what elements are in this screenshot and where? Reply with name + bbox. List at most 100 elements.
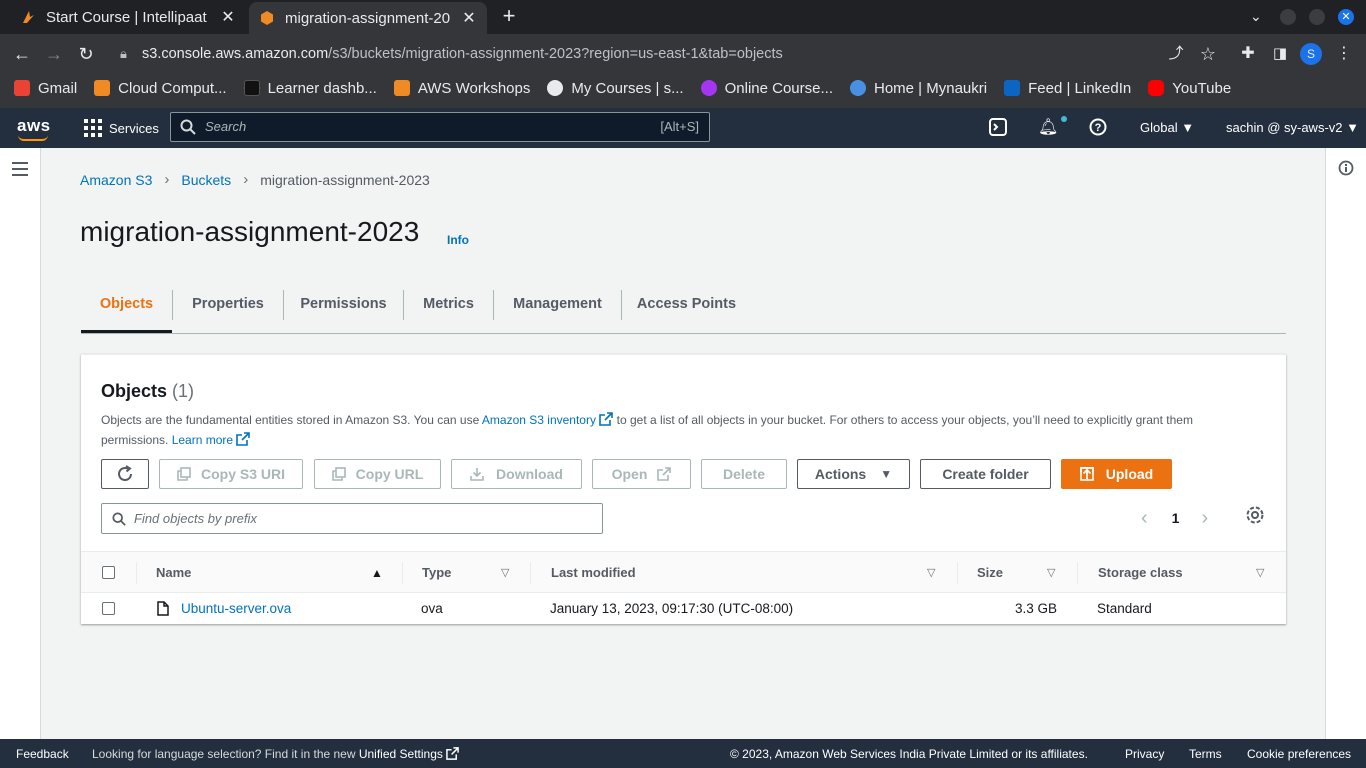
svg-text:?: ? bbox=[1095, 122, 1102, 134]
tab-properties[interactable]: Properties bbox=[173, 284, 283, 333]
create-folder-button[interactable]: Create folder bbox=[920, 459, 1051, 489]
bookmark-gmail[interactable]: Gmail bbox=[14, 80, 77, 97]
lock-icon[interactable]: 🔒︎ bbox=[120, 38, 127, 70]
bookmark-online-courses[interactable]: Online Course... bbox=[700, 80, 833, 97]
notification-dot bbox=[1061, 116, 1067, 122]
close-window-button[interactable]: ✕ bbox=[1338, 9, 1354, 25]
bookmark-learner-dashboard[interactable]: Learner dashb... bbox=[243, 80, 377, 97]
share-icon[interactable]: ⤴ bbox=[1164, 42, 1188, 66]
tab-management[interactable]: Management bbox=[494, 284, 621, 333]
chevron-right-icon[interactable]: › bbox=[1201, 507, 1208, 530]
breadcrumb: Amazon S3 › Buckets › migration-assignme… bbox=[80, 171, 430, 188]
maximize-button[interactable] bbox=[1309, 9, 1325, 25]
bookmark-youtube[interactable]: YouTube bbox=[1148, 80, 1231, 97]
objects-panel: Objects (1) Objects are the fundamental … bbox=[81, 354, 1286, 624]
browser-tab-s3[interactable]: migration-assignment-20 ✕ bbox=[249, 2, 487, 34]
bookmark-mynaukri[interactable]: Home | Mynaukri bbox=[850, 80, 987, 97]
select-all-checkbox[interactable] bbox=[102, 566, 115, 579]
column-last-modified[interactable]: Last modified bbox=[551, 552, 636, 594]
column-type[interactable]: Type bbox=[422, 552, 451, 594]
column-storage-class[interactable]: Storage class bbox=[1098, 552, 1183, 594]
close-tab-icon[interactable]: ✕ bbox=[461, 8, 477, 28]
sort-ascending-icon[interactable]: ▲ bbox=[371, 552, 383, 594]
breadcrumb-amazon-s3[interactable]: Amazon S3 bbox=[80, 172, 152, 188]
bookmark-my-courses[interactable]: My Courses | s... bbox=[547, 80, 684, 97]
sort-icon[interactable]: ▽ bbox=[1256, 552, 1264, 594]
breadcrumb-buckets[interactable]: Buckets bbox=[181, 172, 231, 188]
column-size[interactable]: Size bbox=[977, 552, 1003, 594]
privacy-link[interactable]: Privacy bbox=[1125, 747, 1164, 761]
download-button[interactable]: Download bbox=[451, 459, 582, 489]
aws-smile-icon bbox=[18, 135, 48, 141]
tab-search-chevron-icon[interactable]: ⌄ bbox=[1250, 8, 1262, 25]
bookmarks-bar: Gmail Cloud Comput... Learner dashb... A… bbox=[0, 74, 1366, 169]
notifications-bell-icon[interactable]: 🔔︎ bbox=[1038, 118, 1058, 138]
close-tab-icon[interactable]: ✕ bbox=[220, 7, 236, 27]
find-objects-input[interactable]: Find objects by prefix bbox=[101, 503, 603, 534]
info-circle-icon[interactable] bbox=[1338, 160, 1354, 176]
url-path: /s3/buckets/migration-assignment-2023?re… bbox=[328, 46, 783, 62]
aws-cube-icon bbox=[94, 80, 111, 96]
tab-objects[interactable]: Objects bbox=[81, 284, 172, 333]
aws-search-input[interactable]: Search [Alt+S] bbox=[170, 112, 710, 142]
forward-arrow-icon[interactable]: → bbox=[42, 42, 66, 66]
copy-url-button[interactable]: Copy URL bbox=[314, 459, 441, 489]
bookmark-linkedin[interactable]: Feed | LinkedIn bbox=[1004, 80, 1131, 97]
extensions-puzzle-icon[interactable]: ✚ bbox=[1236, 42, 1260, 66]
minimize-button[interactable] bbox=[1280, 9, 1296, 25]
chrome-menu-icon[interactable]: ⋮ bbox=[1332, 42, 1356, 66]
browser-tab-intellipaat[interactable]: Start Course | Intellipaat ✕ bbox=[0, 0, 246, 34]
column-divider bbox=[1077, 562, 1078, 584]
object-name-link[interactable]: Ubuntu-server.ova bbox=[181, 593, 291, 625]
hamburger-menu-icon[interactable] bbox=[12, 162, 28, 176]
copy-s3-uri-button[interactable]: Copy S3 URI bbox=[159, 459, 303, 489]
browser-toolbar: ← → ↻ 🔒︎ s3.console.aws.amazon.com/s3/bu… bbox=[0, 34, 1366, 74]
s3-inventory-link[interactable]: Amazon S3 inventory bbox=[482, 412, 614, 427]
account-menu[interactable]: sachin @ sy-aws-v2 ▼ bbox=[1226, 120, 1359, 135]
sort-icon[interactable]: ▽ bbox=[501, 552, 509, 594]
learn-more-link[interactable]: Learn more bbox=[172, 432, 251, 447]
caret-down-icon: ▼ bbox=[880, 467, 893, 481]
unified-settings-link[interactable]: Unified Settings bbox=[359, 747, 460, 761]
actions-dropdown[interactable]: Actions ▼ bbox=[797, 459, 910, 489]
chevron-left-icon[interactable]: ‹ bbox=[1141, 507, 1148, 530]
reload-icon[interactable]: ↻ bbox=[74, 42, 98, 66]
address-bar[interactable]: 🔒︎ s3.console.aws.amazon.com/s3/buckets/… bbox=[112, 38, 1212, 70]
upload-button[interactable]: Upload bbox=[1061, 459, 1172, 489]
back-arrow-icon[interactable]: ← bbox=[10, 42, 34, 66]
profile-avatar[interactable]: S bbox=[1300, 43, 1322, 65]
external-link-icon bbox=[236, 432, 251, 446]
aws-top-nav: aws Services Search [Alt+S] 🔔︎ ? Global … bbox=[0, 108, 1366, 148]
settings-gear-icon[interactable] bbox=[1245, 505, 1265, 525]
refresh-button[interactable] bbox=[101, 459, 149, 489]
open-button[interactable]: Open bbox=[592, 459, 691, 489]
page-number[interactable]: 1 bbox=[1172, 510, 1180, 526]
delete-button[interactable]: Delete bbox=[701, 459, 787, 489]
sort-icon[interactable]: ▽ bbox=[1047, 552, 1055, 594]
aws-logo[interactable]: aws bbox=[17, 116, 51, 136]
tab-access-points[interactable]: Access Points bbox=[622, 284, 751, 333]
new-tab-button[interactable]: + bbox=[498, 5, 520, 28]
services-menu-button[interactable]: Services bbox=[84, 119, 159, 137]
aws-logo-icon bbox=[243, 80, 260, 96]
language-notice: Looking for language selection? Find it … bbox=[92, 747, 460, 761]
tab-permissions[interactable]: Permissions bbox=[284, 284, 403, 333]
cookie-preferences-link[interactable]: Cookie preferences bbox=[1247, 747, 1351, 761]
help-icon[interactable]: ? bbox=[1088, 118, 1108, 138]
object-last-modified: January 13, 2023, 09:17:30 (UTC-08:00) bbox=[550, 601, 794, 616]
terms-link[interactable]: Terms bbox=[1189, 747, 1222, 761]
cloudshell-icon[interactable] bbox=[988, 118, 1008, 138]
bookmark-cloud-computing[interactable]: Cloud Comput... bbox=[94, 80, 227, 97]
globe-icon bbox=[547, 80, 564, 96]
region-selector[interactable]: Global ▼ bbox=[1140, 120, 1194, 135]
info-link[interactable]: Info bbox=[447, 233, 469, 247]
tab-metrics[interactable]: Metrics bbox=[404, 284, 493, 333]
side-panel-icon[interactable]: ◨ bbox=[1268, 42, 1292, 66]
feedback-link[interactable]: Feedback bbox=[16, 747, 69, 761]
bookmark-aws-workshops[interactable]: AWS Workshops bbox=[393, 80, 530, 97]
row-checkbox[interactable] bbox=[102, 602, 115, 615]
bookmark-star-icon[interactable]: ☆ bbox=[1196, 42, 1220, 66]
column-name[interactable]: Name bbox=[156, 552, 191, 594]
aws-footer: Feedback Looking for language selection?… bbox=[0, 739, 1366, 768]
sort-icon[interactable]: ▽ bbox=[927, 552, 935, 594]
